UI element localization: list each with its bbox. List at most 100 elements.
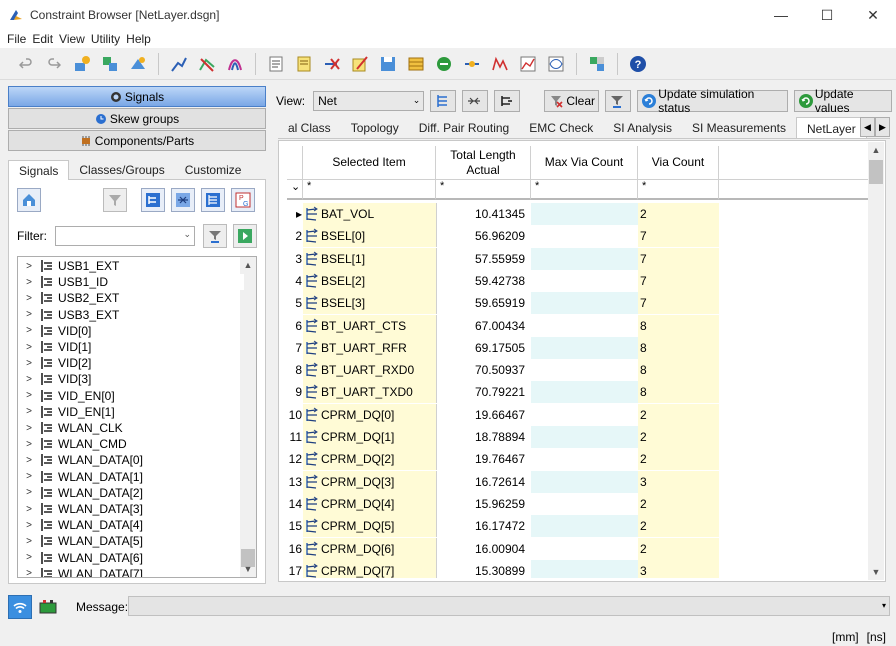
undo-icon[interactable] — [15, 53, 37, 75]
cell-selected-item[interactable]: CPRM_DQ[0] — [303, 403, 436, 426]
tree-item[interactable]: > WLAN_DATA[7] — [18, 566, 244, 577]
menu-help[interactable]: Help — [123, 32, 154, 46]
filter-button[interactable] — [103, 188, 127, 212]
tree-item[interactable]: > WLAN_DATA[2] — [18, 485, 244, 501]
green-circle-icon[interactable] — [433, 53, 455, 75]
chevron-right-icon[interactable]: > — [22, 536, 36, 547]
cell-selected-item[interactable]: BSEL[2] — [303, 269, 436, 292]
tab-right-icon[interactable]: ▶ — [875, 117, 890, 137]
delete-net-icon[interactable] — [321, 53, 343, 75]
cell-via-count[interactable]: 7 — [638, 225, 719, 248]
cell-max-via[interactable] — [531, 336, 638, 359]
cell-via-count[interactable]: 2 — [638, 448, 719, 471]
cell-max-via[interactable] — [531, 403, 638, 426]
chevron-right-icon[interactable]: > — [22, 552, 36, 563]
scroll-thumb[interactable] — [869, 160, 883, 184]
chevron-right-icon[interactable]: > — [22, 374, 36, 385]
cell-total-length[interactable]: 56.96209 — [436, 225, 531, 248]
minimize-button[interactable]: — — [758, 0, 804, 30]
row-index[interactable]: 14 — [287, 493, 303, 515]
cell-max-via[interactable] — [531, 203, 638, 225]
tree-item[interactable]: > VID[2] — [18, 355, 244, 371]
filter-input[interactable]: ⌄ — [55, 226, 195, 246]
redo-icon[interactable] — [43, 53, 65, 75]
subtab-classes-groups[interactable]: Classes/Groups — [69, 160, 174, 180]
cell-total-length[interactable]: 69.17505 — [436, 336, 531, 359]
maximize-button[interactable]: ☐ — [804, 0, 850, 30]
scroll-down-icon[interactable]: ▼ — [868, 564, 884, 580]
chevron-down-icon[interactable]: ⌄ — [413, 95, 421, 106]
cell-total-length[interactable]: 57.55959 — [436, 247, 531, 270]
cell-total-length[interactable]: 10.41345 — [436, 203, 531, 225]
net-group-icon[interactable] — [99, 53, 121, 75]
cell-max-via[interactable] — [531, 492, 638, 515]
home-button[interactable] — [17, 188, 41, 212]
tdr-icon[interactable] — [517, 53, 539, 75]
chevron-right-icon[interactable]: > — [22, 309, 36, 320]
table-row[interactable]: 14 CPRM_DQ[4] 15.96259 2 — [287, 492, 871, 515]
menu-view[interactable]: View — [56, 32, 88, 46]
cell-total-length[interactable]: 16.17472 — [436, 515, 531, 538]
chevron-right-icon[interactable]: > — [22, 487, 36, 498]
scroll-up-icon[interactable]: ▲ — [868, 142, 884, 158]
table-row[interactable]: 12 CPRM_DQ[2] 19.76467 2 — [287, 448, 871, 471]
chevron-down-icon[interactable]: ⌄ — [183, 229, 191, 240]
table-row[interactable]: 13 CPRM_DQ[3] 16.72614 3 — [287, 470, 871, 493]
row-index[interactable]: 8 — [287, 359, 303, 381]
chevron-right-icon[interactable]: > — [22, 568, 36, 577]
tree-item[interactable]: > WLAN_DATA[3] — [18, 501, 244, 517]
row-index[interactable]: 13 — [287, 471, 303, 493]
signal-tree[interactable]: ▲ ▼ > USB1_EXT > USB1_ID > USB2_EXT > USB3_EXT >… — [17, 256, 257, 578]
cell-selected-item[interactable]: CPRM_DQ[7] — [303, 559, 436, 578]
cell-selected-item[interactable]: BT_UART_TXD0 — [303, 381, 436, 404]
tab-left-icon[interactable]: ◀ — [860, 117, 875, 137]
tab-emc-check[interactable]: EMC Check — [519, 117, 603, 138]
col-header-total-length[interactable]: Total Length Actual — [436, 146, 531, 180]
column-button[interactable] — [430, 90, 457, 112]
cell-selected-item[interactable]: BT_UART_RXD0 — [303, 359, 436, 382]
net-view-button[interactable] — [494, 90, 521, 112]
chevron-right-icon[interactable]: > — [22, 455, 36, 466]
table-row[interactable]: 6 BT_UART_CTS 67.00434 8 — [287, 314, 871, 337]
tree-item[interactable]: > VID[1] — [18, 339, 244, 355]
cell-via-count[interactable]: 7 — [638, 269, 719, 292]
table-row[interactable]: 11 CPRM_DQ[1] 18.78894 2 — [287, 426, 871, 448]
table-row[interactable]: ▸ BAT_VOL 10.41345 2 — [287, 203, 871, 225]
grid-scrollbar[interactable]: ▲ ▼ — [868, 142, 884, 580]
cell-max-via[interactable] — [531, 448, 638, 471]
tree-item[interactable]: > WLAN_DATA[0] — [18, 452, 244, 468]
cell-selected-item[interactable]: CPRM_DQ[4] — [303, 492, 436, 515]
diff-pair-icon[interactable] — [224, 53, 246, 75]
route-icon[interactable] — [168, 53, 190, 75]
edit-icon[interactable] — [349, 53, 371, 75]
cell-via-count[interactable]: 3 — [638, 470, 719, 493]
cell-max-via[interactable] — [531, 470, 638, 493]
cell-max-via[interactable] — [531, 314, 638, 337]
update-sim-button[interactable]: Update simulation status — [637, 87, 788, 115]
cell-total-length[interactable]: 19.76467 — [436, 448, 531, 471]
row-index[interactable]: 16 — [287, 538, 303, 560]
chevron-right-icon[interactable]: > — [22, 423, 36, 434]
cell-via-count[interactable]: 8 — [638, 336, 719, 359]
cell-selected-item[interactable]: CPRM_DQ[1] — [303, 426, 436, 448]
chevron-right-icon[interactable]: > — [22, 471, 36, 482]
tree-item[interactable]: > USB1_ID — [18, 274, 244, 291]
cell-via-count[interactable]: 2 — [638, 203, 719, 225]
sheet-yellow-icon[interactable] — [293, 53, 315, 75]
cell-via-count[interactable]: 8 — [638, 314, 719, 337]
menu-edit[interactable]: Edit — [29, 32, 56, 46]
cell-via-count[interactable]: 3 — [638, 559, 719, 578]
cell-max-via[interactable] — [531, 359, 638, 382]
table-row[interactable]: 17 CPRM_DQ[7] 15.30899 3 — [287, 559, 871, 578]
cell-via-count[interactable]: 8 — [638, 359, 719, 382]
nav-components-parts[interactable]: Components/Parts — [8, 130, 266, 151]
col-header-via-count[interactable]: Via Count — [638, 146, 719, 180]
diff-pair-button[interactable] — [171, 188, 195, 212]
cell-max-via[interactable] — [531, 426, 638, 448]
tree-item[interactable]: > WLAN_DATA[1] — [18, 469, 244, 485]
cell-selected-item[interactable]: BT_UART_RFR — [303, 336, 436, 359]
table-row[interactable]: 7 BT_UART_RFR 69.17505 8 — [287, 336, 871, 359]
expand-net-button[interactable] — [141, 188, 165, 212]
net-add-icon[interactable] — [71, 53, 93, 75]
row-index[interactable]: 9 — [287, 381, 303, 403]
